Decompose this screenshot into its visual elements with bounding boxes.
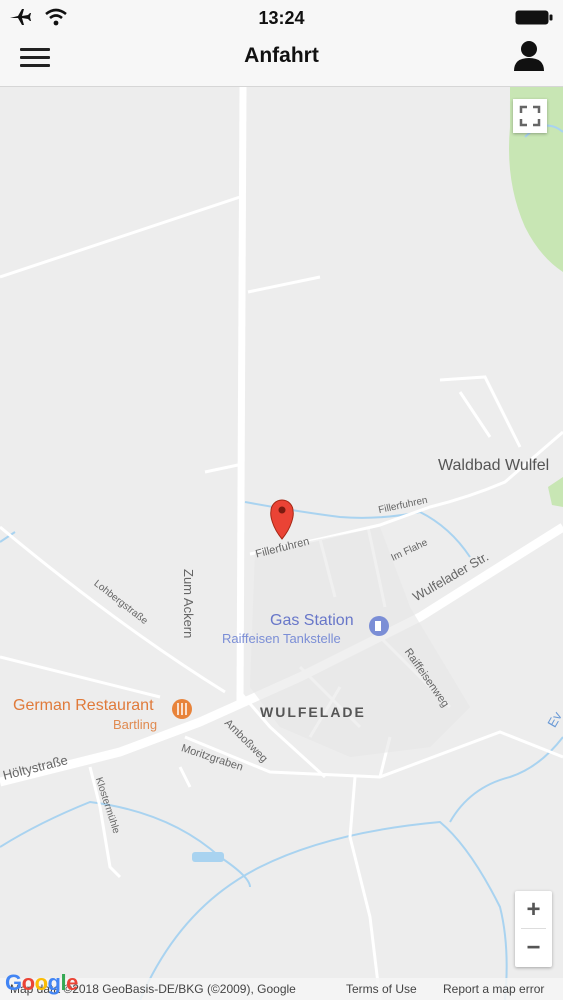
label-german-restaurant[interactable]: German Restaurant — [13, 697, 154, 715]
battery-icon — [515, 10, 553, 25]
nav-bar: Anfahrt — [0, 36, 563, 87]
status-icons-left — [8, 7, 68, 27]
map-view[interactable]: Waldbad Wulfel Gas Station Raiffeisen Ta… — [0, 87, 563, 1000]
airplane-icon — [10, 9, 31, 25]
location-marker[interactable] — [270, 499, 294, 540]
label-wulfelade: WULFELADE — [260, 704, 366, 720]
street-label-zum-ackern: Zum Ackern — [181, 569, 196, 639]
google-logo[interactable]: Google — [5, 970, 78, 996]
label-raiffeisen-tankstelle[interactable]: Raiffeisen Tankstelle — [222, 631, 341, 646]
park-area-small — [548, 477, 563, 507]
label-bartling[interactable]: Bartling — [113, 717, 157, 732]
fullscreen-button[interactable] — [513, 99, 547, 133]
restaurant-poi-icon[interactable] — [172, 699, 192, 719]
road-zum-ackern — [236, 87, 247, 703]
map-footer: Map data ©2018 GeoBasis-DE/BKG (©2009), … — [0, 978, 563, 1000]
zoom-in-button[interactable]: + — [515, 891, 552, 928]
page-title: Anfahrt — [244, 44, 319, 67]
zoom-controls: + − — [515, 891, 552, 967]
terms-of-use-link[interactable]: Terms of Use — [346, 982, 417, 996]
status-time: 13:24 — [258, 7, 305, 28]
gas-station-poi-icon[interactable] — [369, 616, 389, 636]
status-bar: 13:24 — [0, 0, 563, 36]
report-map-error-link[interactable]: Report a map error — [443, 982, 544, 996]
user-profile-icon[interactable] — [511, 38, 547, 74]
label-gas-station[interactable]: Gas Station — [270, 612, 354, 630]
label-waldbad[interactable]: Waldbad Wulfel — [438, 457, 549, 475]
wifi-icon — [45, 8, 67, 26]
pond — [192, 852, 224, 862]
zoom-out-button[interactable]: − — [515, 929, 552, 966]
fullscreen-icon — [519, 105, 541, 127]
